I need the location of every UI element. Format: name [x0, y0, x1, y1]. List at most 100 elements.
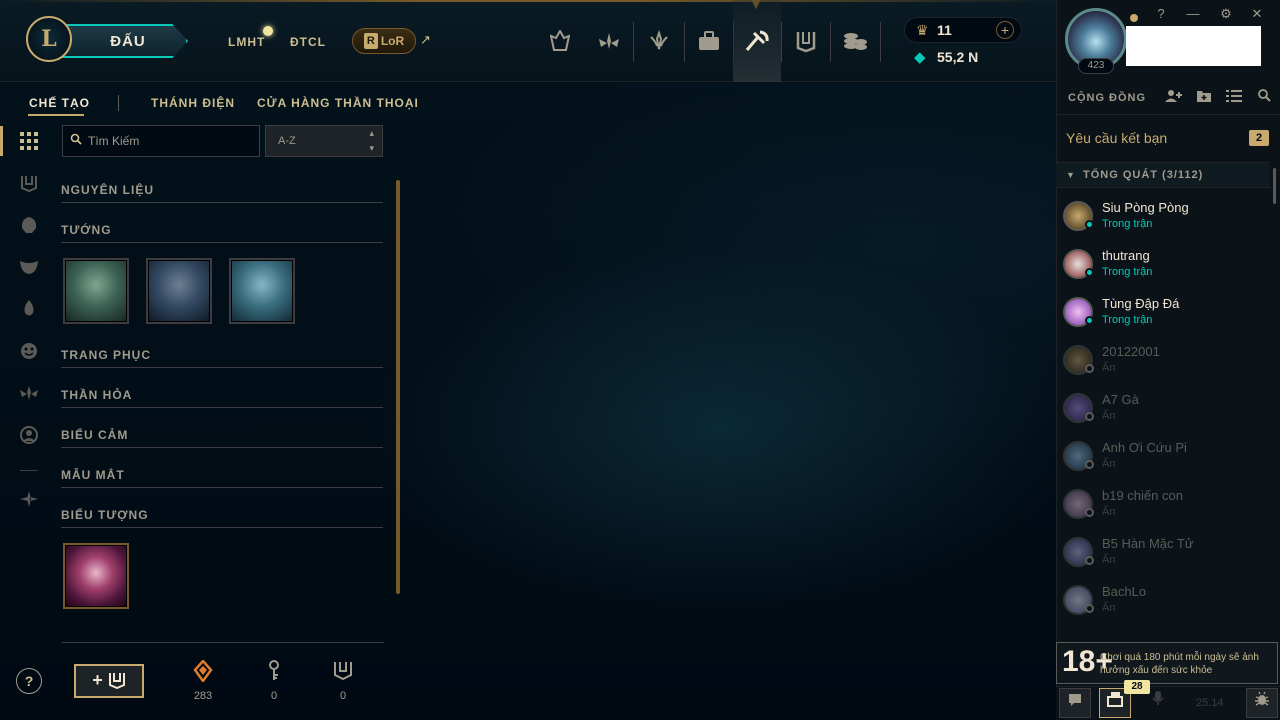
add-folder-icon[interactable]	[1194, 89, 1214, 106]
category-materials[interactable]: NGUYÊN LIỆU	[61, 183, 154, 197]
close-button[interactable]: ✕	[1247, 6, 1267, 22]
chest-icon	[108, 673, 125, 690]
active-tab-underline	[28, 114, 84, 116]
add-riot-points-button[interactable]: +	[996, 21, 1014, 39]
loot-tab-icon[interactable]	[733, 0, 781, 82]
online-status-dot	[1085, 268, 1094, 277]
category-eyes[interactable]: MẪU MẮT	[61, 468, 125, 482]
play-button-label: ĐẤU	[110, 32, 146, 50]
category-emotes[interactable]: BIỂU CẢM	[61, 428, 128, 442]
honor-icon[interactable]	[642, 24, 676, 58]
home-icon[interactable]	[543, 24, 577, 58]
lor-badge-icon: R	[363, 33, 378, 49]
friend-requests-link[interactable]: Yêu cầu kết bạn	[1066, 130, 1167, 146]
skin-filter-icon[interactable]	[16, 254, 42, 280]
key-value: 0	[270, 690, 278, 702]
riot-points-icon: ♛	[916, 22, 929, 38]
tab-crafting[interactable]: CHẾ TẠO	[29, 96, 90, 110]
lor-label: LoR	[380, 34, 405, 48]
champion-shard-card[interactable]	[146, 258, 212, 324]
profile-icon-filter-icon[interactable]	[16, 422, 42, 448]
friend-status: Trong trận	[1102, 314, 1153, 326]
profile-icon-card[interactable]	[63, 543, 129, 609]
category-skins[interactable]: TRANG PHỤC	[61, 348, 151, 362]
category-icons[interactable]: BIỂU TƯỢNG	[61, 508, 149, 522]
champion-shard-card[interactable]	[229, 258, 295, 324]
ward-filter-icon[interactable]	[16, 296, 42, 322]
minimize-button[interactable]: —	[1183, 6, 1203, 21]
bottom-divider	[62, 642, 384, 643]
craft-key-button[interactable]: +	[74, 664, 144, 698]
nav-link-lmht[interactable]: LMHT	[228, 35, 265, 49]
tab-mythic-shop[interactable]: CỬA HÀNG THẦN THOẠI	[257, 96, 419, 110]
key-icon	[262, 660, 286, 687]
offline-status-dot	[1085, 604, 1094, 613]
friend-name: Tùng Đập Đá	[1102, 296, 1180, 311]
window-help-button[interactable]: ?	[1151, 6, 1171, 21]
grid-all-icon[interactable]	[16, 128, 42, 154]
sort-dropdown[interactable]: A-Z ▴ ▾	[265, 125, 383, 157]
age-warning-text: Chơi quá 180 phút mỗi ngày sẽ ảnh hưởng …	[1100, 652, 1259, 676]
chat-bubble-icon[interactable]	[1059, 688, 1091, 718]
settings-gear-icon[interactable]: ⚙	[1216, 6, 1236, 22]
add-friend-icon[interactable]	[1164, 89, 1184, 106]
nav-divider	[684, 22, 685, 62]
nav-divider	[781, 22, 782, 62]
bug-report-icon[interactable]	[1246, 688, 1278, 718]
friend-status: Ẩn	[1102, 458, 1116, 470]
search-icon	[70, 133, 82, 148]
friend-name: B5 Hàn Mặc Tử	[1102, 536, 1194, 551]
friend-name: A7 Gà	[1102, 392, 1139, 407]
nav-divider	[830, 22, 831, 62]
tab-sanctuary[interactable]: THÁNH ĐIỆN	[151, 96, 235, 110]
external-link-icon: ↗	[420, 32, 431, 47]
tft-icon[interactable]	[592, 24, 626, 58]
category-divider	[61, 242, 383, 243]
emote-filter-icon[interactable]	[16, 338, 42, 364]
chest-filter-icon[interactable]	[16, 170, 42, 196]
offline-status-dot	[1085, 556, 1094, 565]
nav-link-dtcl[interactable]: ĐTCL	[290, 35, 326, 49]
friend-name: BachLo	[1102, 584, 1147, 599]
friend-name: b19 chiến con	[1102, 488, 1183, 503]
blue-essence-value: 55,2 N	[937, 49, 979, 65]
category-champions[interactable]: TƯỚNG	[61, 223, 112, 237]
friend-name: thutrang	[1102, 248, 1150, 263]
social-divider	[1056, 114, 1280, 115]
collection-icon[interactable]	[789, 24, 823, 58]
category-divider	[61, 202, 383, 203]
league-logo-icon[interactable]: L	[26, 16, 72, 62]
champion-filter-icon[interactable]	[16, 212, 42, 238]
social-scrollbar[interactable]	[1273, 168, 1276, 204]
friend-status: Ẩn	[1102, 410, 1116, 422]
offline-status-dot	[1085, 412, 1094, 421]
client-version: 25.14	[1196, 697, 1224, 709]
friend-request-count-badge: 2	[1249, 130, 1269, 146]
eye-filter-icon[interactable]	[16, 380, 42, 406]
help-button[interactable]: ?	[16, 668, 42, 694]
champion-shard-card[interactable]	[63, 258, 129, 324]
chevron-down-icon: ▼	[1066, 170, 1075, 180]
play-button[interactable]: ĐẤU	[58, 24, 188, 58]
friend-name: Anh Ơi Cứu Pi	[1102, 440, 1187, 455]
offline-status-dot	[1085, 364, 1094, 373]
online-status-dot	[1085, 316, 1094, 325]
currency-shop-icon[interactable]	[838, 24, 872, 58]
category-scrollbar[interactable]	[396, 180, 400, 594]
microphone-icon[interactable]	[1142, 688, 1174, 718]
other-filter-icon[interactable]	[16, 486, 42, 512]
notification-dot	[263, 26, 273, 36]
social-search-icon[interactable]	[1254, 89, 1274, 105]
list-view-icon[interactable]	[1224, 89, 1244, 105]
friend-group-label: TỔNG QUÁT (3/112)	[1083, 169, 1204, 181]
category-divider	[61, 527, 383, 528]
store-icon[interactable]	[692, 24, 726, 58]
category-wards[interactable]: THẦN HỎA	[61, 388, 132, 402]
friend-name: 20122001	[1102, 344, 1160, 359]
status-dot	[1130, 14, 1138, 22]
rail-divider	[20, 470, 38, 471]
category-divider	[61, 407, 383, 408]
level-badge: 423	[1078, 58, 1114, 74]
search-input[interactable]	[88, 131, 254, 151]
lor-button[interactable]: R LoR	[352, 28, 416, 54]
